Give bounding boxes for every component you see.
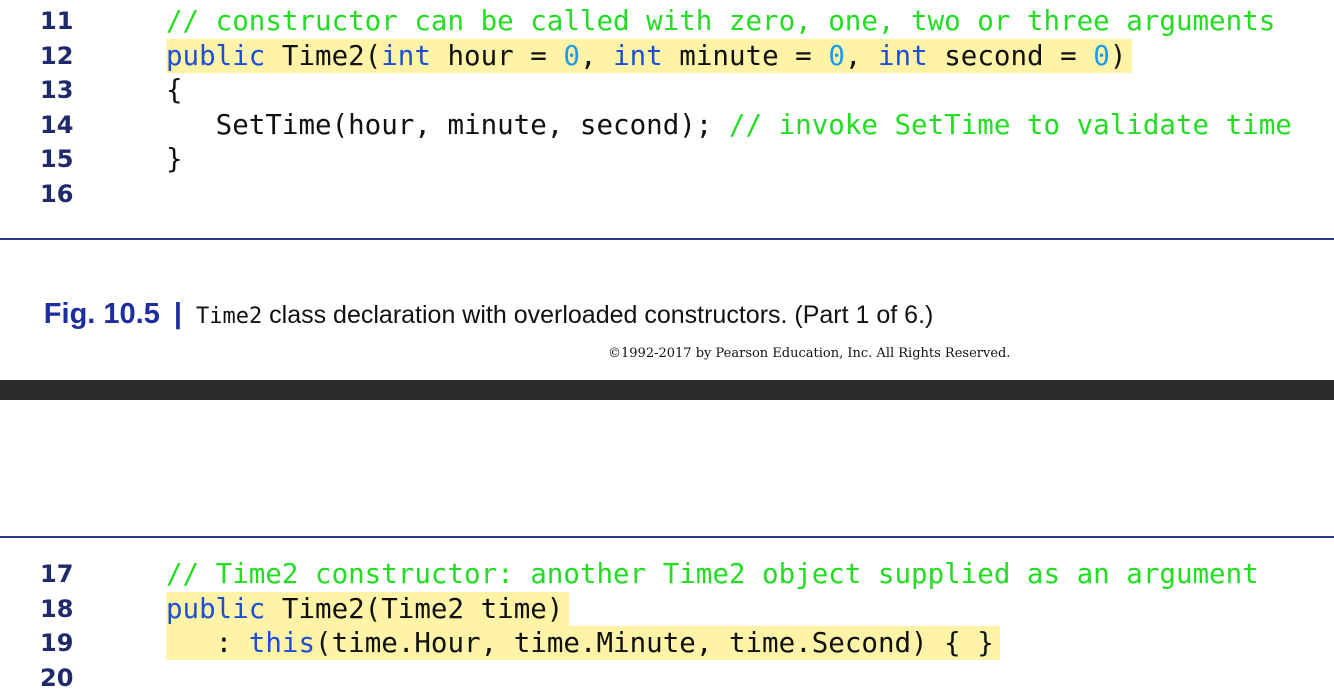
line-number: 15 xyxy=(40,145,74,173)
caption-rule xyxy=(0,238,1334,240)
code-token: (time.Hour, time.Minute, time.Second) { … xyxy=(315,627,994,659)
code-token: } xyxy=(166,143,183,175)
line-number: 16 xyxy=(40,179,74,208)
code-text: // constructor can be called with zero, … xyxy=(166,4,1275,38)
code-text: SetTime(hour, minute, second); // invoke… xyxy=(166,108,1292,142)
keyword-token: int xyxy=(878,39,928,72)
copyright-notice: ©1992-2017 by Pearson Education, Inc. Al… xyxy=(608,346,1011,361)
figure-label: Fig. 10.5 xyxy=(43,298,160,330)
line-number: 17 xyxy=(40,560,74,588)
listing-top-rule xyxy=(0,536,1334,538)
slide-divider xyxy=(0,380,1334,400)
comment-token: // invoke SetTime to validate time xyxy=(728,108,1292,141)
line-number: 20 xyxy=(40,663,74,692)
figure-caption: Fig. 10.5 | Time2 class declaration with o… xyxy=(16,254,934,330)
keyword-token: public xyxy=(166,39,266,72)
code-token: , xyxy=(579,39,614,72)
line-number: 13 xyxy=(40,76,74,104)
code-text: } xyxy=(166,142,183,176)
figure-caption-text: class declaration with overloaded constr… xyxy=(262,301,934,329)
line-number: 12 xyxy=(40,41,74,70)
code-token: : xyxy=(166,627,249,659)
highlighted-code: public Time2(Time2 time) xyxy=(166,591,570,626)
code-token: minute = xyxy=(662,39,829,72)
code-token: { xyxy=(166,74,183,106)
figure-separator: | xyxy=(173,298,182,330)
code-token: second = xyxy=(927,39,1094,72)
code-text: // Time2 constructor: another Time2 obje… xyxy=(166,557,1259,591)
code-token: SetTime(hour, minute, second); xyxy=(166,108,729,141)
comment-token: // Time2 constructor: another Time2 obje… xyxy=(166,558,1259,590)
line-number: 14 xyxy=(40,110,74,139)
code-token: ) xyxy=(1109,39,1127,72)
keyword-token: this xyxy=(248,627,316,659)
keyword-token: int xyxy=(381,39,431,72)
number-token: 0 xyxy=(828,39,845,72)
code-token: Time2(Time2 time) xyxy=(265,592,564,625)
highlighted-code: : this(time.Hour, time.Minute, time.Seco… xyxy=(166,626,1000,660)
code-token: , xyxy=(844,39,878,72)
slide-top: 11 // constructor can be called with zero… xyxy=(0,0,1334,380)
line-number: 18 xyxy=(40,594,74,623)
number-token: 0 xyxy=(1093,39,1110,72)
keyword-token: public xyxy=(166,592,266,625)
number-token: 0 xyxy=(563,39,580,72)
code-token: Time2( xyxy=(265,39,382,72)
keyword-token: int xyxy=(613,39,663,72)
code-text: { xyxy=(166,73,183,107)
highlighted-code: public Time2(int hour = 0, int minute = … xyxy=(166,38,1133,73)
line-number: 19 xyxy=(40,629,74,657)
figure-class-name: Time2 xyxy=(195,304,263,329)
slide-bottom: 17 // Time2 constructor: another Time2 ob… xyxy=(0,400,1334,692)
line-number: 11 xyxy=(40,7,74,35)
code-token: hour = xyxy=(430,39,564,72)
comment-token: // constructor can be called with zero, … xyxy=(166,5,1276,37)
